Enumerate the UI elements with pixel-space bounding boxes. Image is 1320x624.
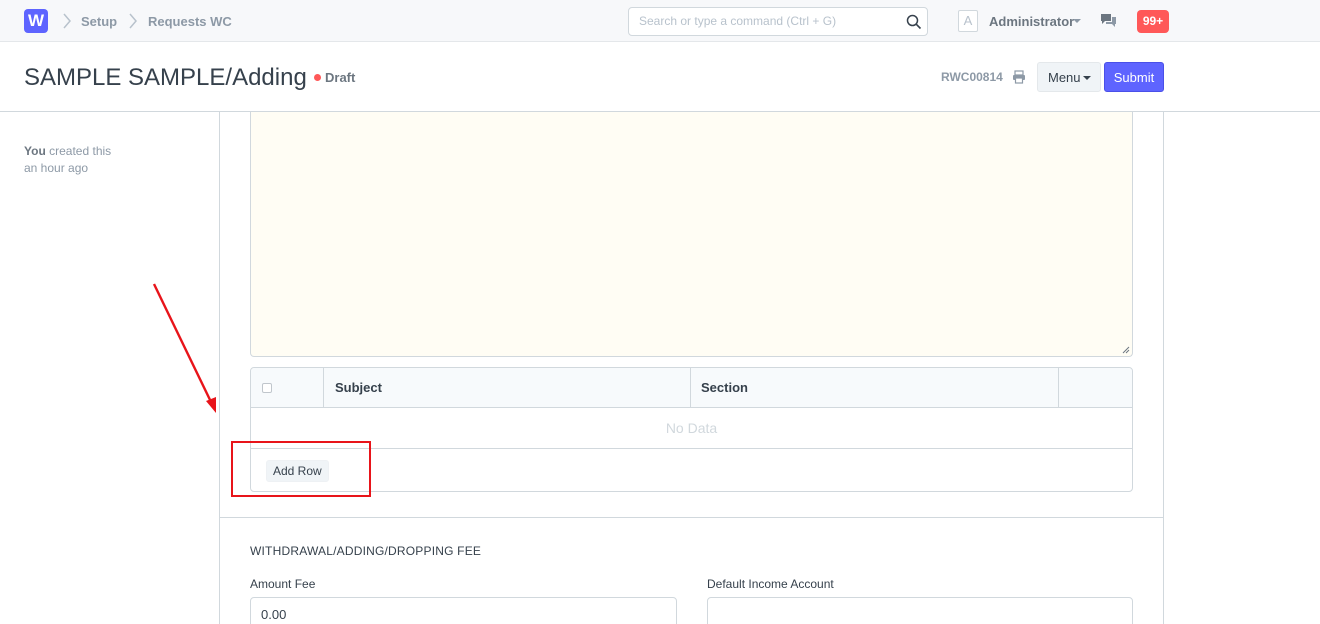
user-avatar[interactable]: A <box>958 10 978 32</box>
status-indicator-dot <box>314 74 321 81</box>
section-heading: WITHDRAWAL/ADDING/DROPPING FEE <box>250 544 482 558</box>
page-head: SAMPLE SAMPLE/Adding Draft RWC00814 Menu… <box>0 42 1320 112</box>
resize-handle-icon[interactable] <box>1122 346 1130 354</box>
status-badge: Draft <box>325 70 356 85</box>
menu-button[interactable]: Menu <box>1037 62 1101 92</box>
column-separator <box>323 368 324 408</box>
chevron-right-icon <box>63 13 71 29</box>
select-all-checkbox[interactable] <box>262 383 272 393</box>
breadcrumb-setup[interactable]: Setup <box>81 14 117 29</box>
page-title: SAMPLE SAMPLE/Adding <box>24 64 307 91</box>
annotation-highlight-box <box>231 441 371 497</box>
search-icon[interactable] <box>906 14 922 30</box>
user-menu[interactable]: Administrator <box>989 14 1074 29</box>
caret-down-icon[interactable] <box>1073 19 1081 23</box>
timeline-action: created this <box>49 144 112 158</box>
submit-button[interactable]: Submit <box>1104 62 1164 92</box>
column-separator <box>1058 368 1059 408</box>
caret-down-icon <box>1083 76 1091 80</box>
column-separator <box>690 368 691 408</box>
amount-fee-input[interactable] <box>250 597 677 624</box>
column-header-section: Section <box>701 380 748 395</box>
text-editor-area[interactable] <box>250 112 1133 357</box>
section-divider <box>219 517 1164 518</box>
print-icon[interactable] <box>1012 70 1026 84</box>
chevron-right-icon <box>129 13 137 29</box>
notifications-badge[interactable]: 99+ <box>1137 10 1169 33</box>
timeline-entry: You created this an hour ago <box>24 143 144 177</box>
annotation-arrow <box>152 283 216 413</box>
income-account-label: Default Income Account <box>707 577 834 591</box>
search-input[interactable] <box>639 14 899 28</box>
navbar: W Setup Requests WC A Administrator 99+ <box>0 0 1320 42</box>
timeline-actor: You <box>24 144 46 158</box>
chat-icon[interactable] <box>1100 13 1117 29</box>
form-border-right <box>1163 112 1164 624</box>
income-account-input[interactable] <box>707 597 1133 624</box>
empty-table-message: No Data <box>251 408 1132 449</box>
amount-fee-label: Amount Fee <box>250 577 316 591</box>
breadcrumb-requests-wc[interactable]: Requests WC <box>148 14 232 29</box>
document-name: RWC00814 <box>941 70 1003 84</box>
child-table: Subject Section No Data Add Row <box>250 367 1133 492</box>
table-header: Subject Section <box>251 368 1132 408</box>
awesome-bar <box>628 7 928 36</box>
column-header-subject: Subject <box>335 380 382 395</box>
app-logo[interactable]: W <box>24 9 48 33</box>
timeline-time: an hour ago <box>24 161 89 175</box>
